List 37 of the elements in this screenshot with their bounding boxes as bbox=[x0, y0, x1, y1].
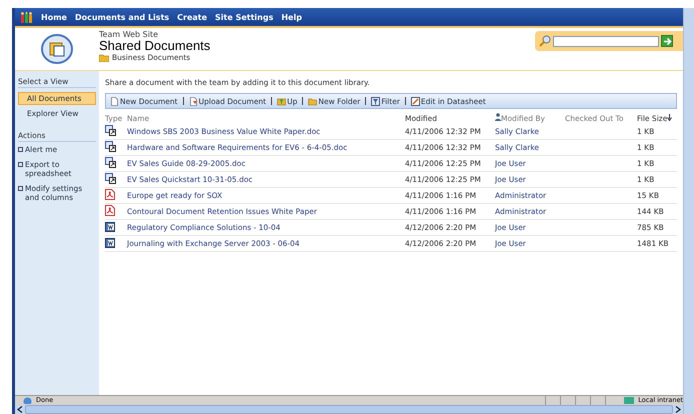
page-title: Shared Documents bbox=[99, 39, 212, 53]
bullet-icon bbox=[18, 147, 23, 152]
folder-icon bbox=[99, 54, 109, 62]
sort-arrow-icon bbox=[667, 114, 672, 120]
search-field[interactable] bbox=[553, 36, 659, 46]
nav-link[interactable]: Site Settings bbox=[215, 12, 274, 22]
vertical-scrollbar[interactable] bbox=[683, 8, 694, 414]
arrow-right-icon bbox=[662, 36, 672, 46]
search-icon bbox=[539, 35, 551, 47]
folder-up-icon bbox=[277, 96, 286, 106]
people-icon bbox=[21, 12, 33, 22]
nav-link[interactable]: Create bbox=[177, 12, 208, 22]
go-button[interactable] bbox=[661, 35, 673, 47]
nav-link[interactable]: Documents and Lists bbox=[74, 12, 170, 22]
document-link-icon bbox=[105, 125, 116, 136]
pdf-icon bbox=[105, 189, 115, 200]
person-icon bbox=[495, 113, 501, 121]
folder-icon bbox=[308, 96, 318, 106]
word-document-icon bbox=[105, 221, 116, 232]
site-logo-icon bbox=[41, 34, 73, 64]
document-link-icon bbox=[105, 141, 116, 152]
word-document-icon bbox=[105, 237, 116, 248]
globe-icon bbox=[23, 397, 32, 404]
document-icon bbox=[110, 96, 119, 106]
pdf-icon bbox=[105, 205, 115, 216]
nav-link[interactable]: Help bbox=[281, 12, 302, 22]
bullet-icon bbox=[18, 162, 23, 167]
horizontal-scrollbar[interactable] bbox=[15, 405, 683, 414]
intranet-icon bbox=[624, 397, 634, 404]
upload-icon bbox=[188, 96, 198, 106]
site-name: Team Web Site bbox=[99, 30, 160, 39]
filter-icon bbox=[371, 96, 380, 106]
document-link-icon bbox=[105, 173, 116, 184]
pencil-icon bbox=[410, 96, 420, 106]
document-link-icon bbox=[105, 157, 116, 168]
bullet-icon bbox=[18, 186, 23, 191]
nav-link[interactable]: Home bbox=[41, 12, 67, 22]
